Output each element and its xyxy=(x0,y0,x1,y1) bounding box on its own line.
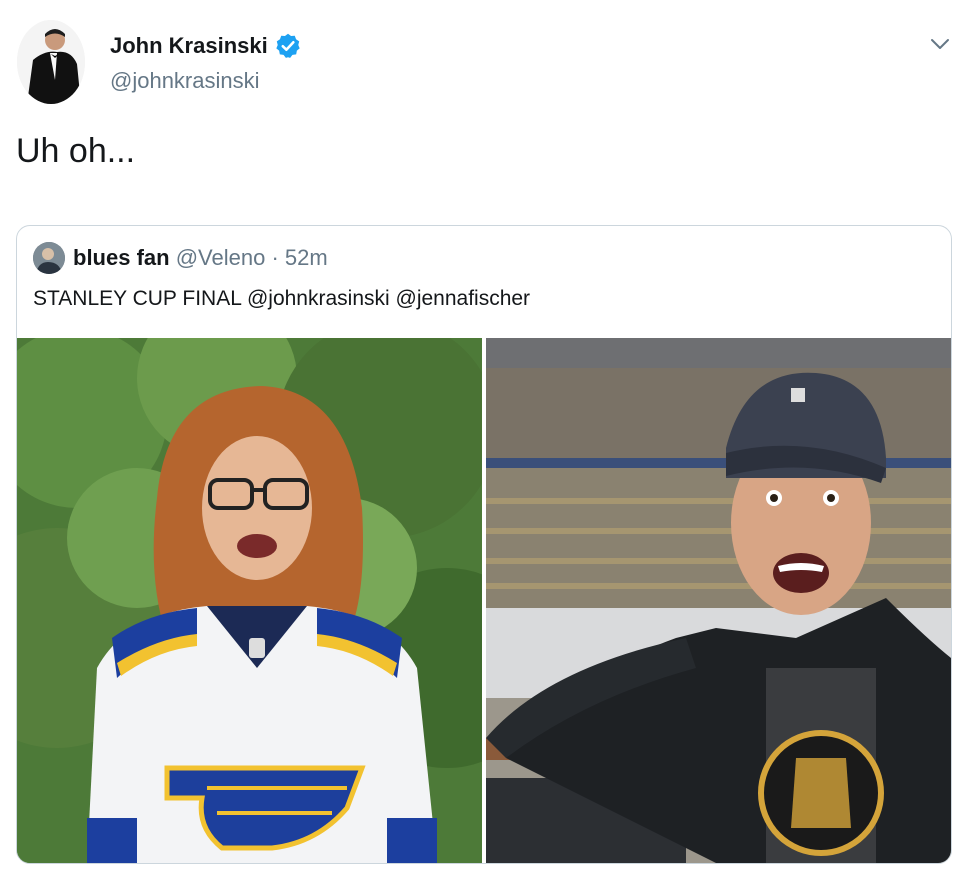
quoted-tweet-time[interactable]: 52m xyxy=(285,245,328,270)
man-in-bruins-shirt-at-arena-photo[interactable] xyxy=(486,338,951,863)
quoted-author-avatar[interactable] xyxy=(33,242,65,274)
quoted-tweet-media xyxy=(17,338,951,863)
woman-in-blues-jersey-photo[interactable] xyxy=(17,338,482,863)
quoted-tweet[interactable]: blues fan @Veleno · 52m STANLEY CUP FINA… xyxy=(16,225,952,864)
verified-badge-icon xyxy=(276,33,300,58)
quoted-author-name[interactable]: blues fan xyxy=(73,245,170,270)
chevron-down-icon[interactable] xyxy=(928,34,952,54)
quoted-tweet-header: blues fan @Veleno · 52m xyxy=(73,245,328,271)
tweet-text: Uh oh... xyxy=(16,132,136,170)
quoted-tweet-text: STANLEY CUP FINAL @johnkrasinski @jennaf… xyxy=(33,287,531,310)
tweet: John Krasinski @johnkrasinski Uh oh... b… xyxy=(0,0,960,879)
author-avatar[interactable] xyxy=(17,20,85,104)
person-avatar-icon xyxy=(33,242,65,274)
quoted-author-handle[interactable]: @Veleno xyxy=(176,245,266,270)
author-handle[interactable]: @johnkrasinski xyxy=(110,68,260,94)
author-name-row: John Krasinski xyxy=(110,32,302,60)
person-in-tuxedo-avatar-icon xyxy=(17,20,85,104)
separator-dot: · xyxy=(271,245,279,270)
author-display-name[interactable]: John Krasinski xyxy=(110,33,268,59)
